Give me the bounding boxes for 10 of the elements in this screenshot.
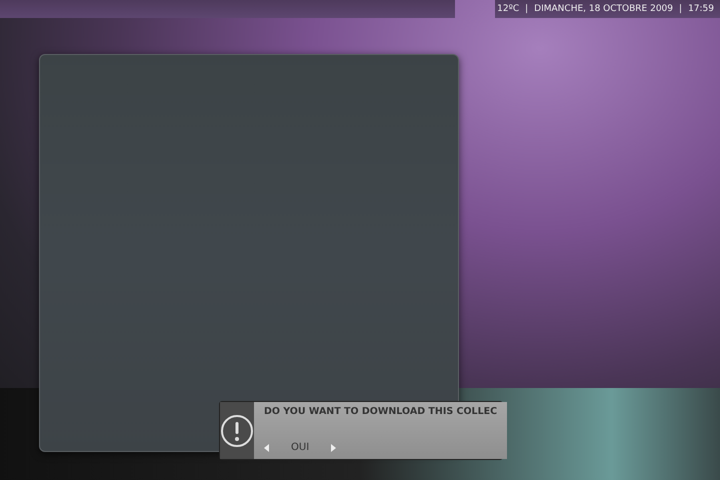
date-text: DIMANCHE, 18 OCTOBRE 2009	[534, 4, 674, 14]
separator-text: |	[525, 4, 528, 14]
temperature-text: 12ºC	[497, 4, 520, 14]
left-arrow-icon[interactable]	[264, 444, 269, 452]
warning-icon	[220, 414, 254, 448]
dialog-message: DO YOU WANT TO DOWNLOAD THIS COLLEC	[264, 406, 498, 417]
right-arrow-icon[interactable]	[331, 444, 336, 452]
separator-text: |	[679, 4, 682, 14]
time-text: 17:59	[688, 4, 714, 14]
choice-option[interactable]: OUI	[291, 442, 310, 453]
